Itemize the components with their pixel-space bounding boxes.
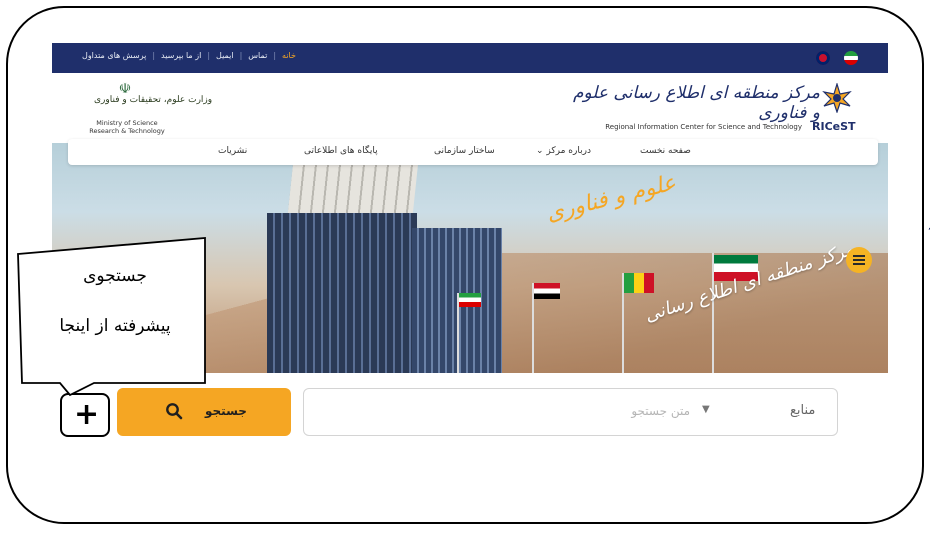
edge-mark: , bbox=[928, 222, 931, 232]
callout-line1: جستجوی bbox=[83, 266, 147, 286]
callout-line2: پیشرفته از اینجا bbox=[59, 316, 171, 336]
